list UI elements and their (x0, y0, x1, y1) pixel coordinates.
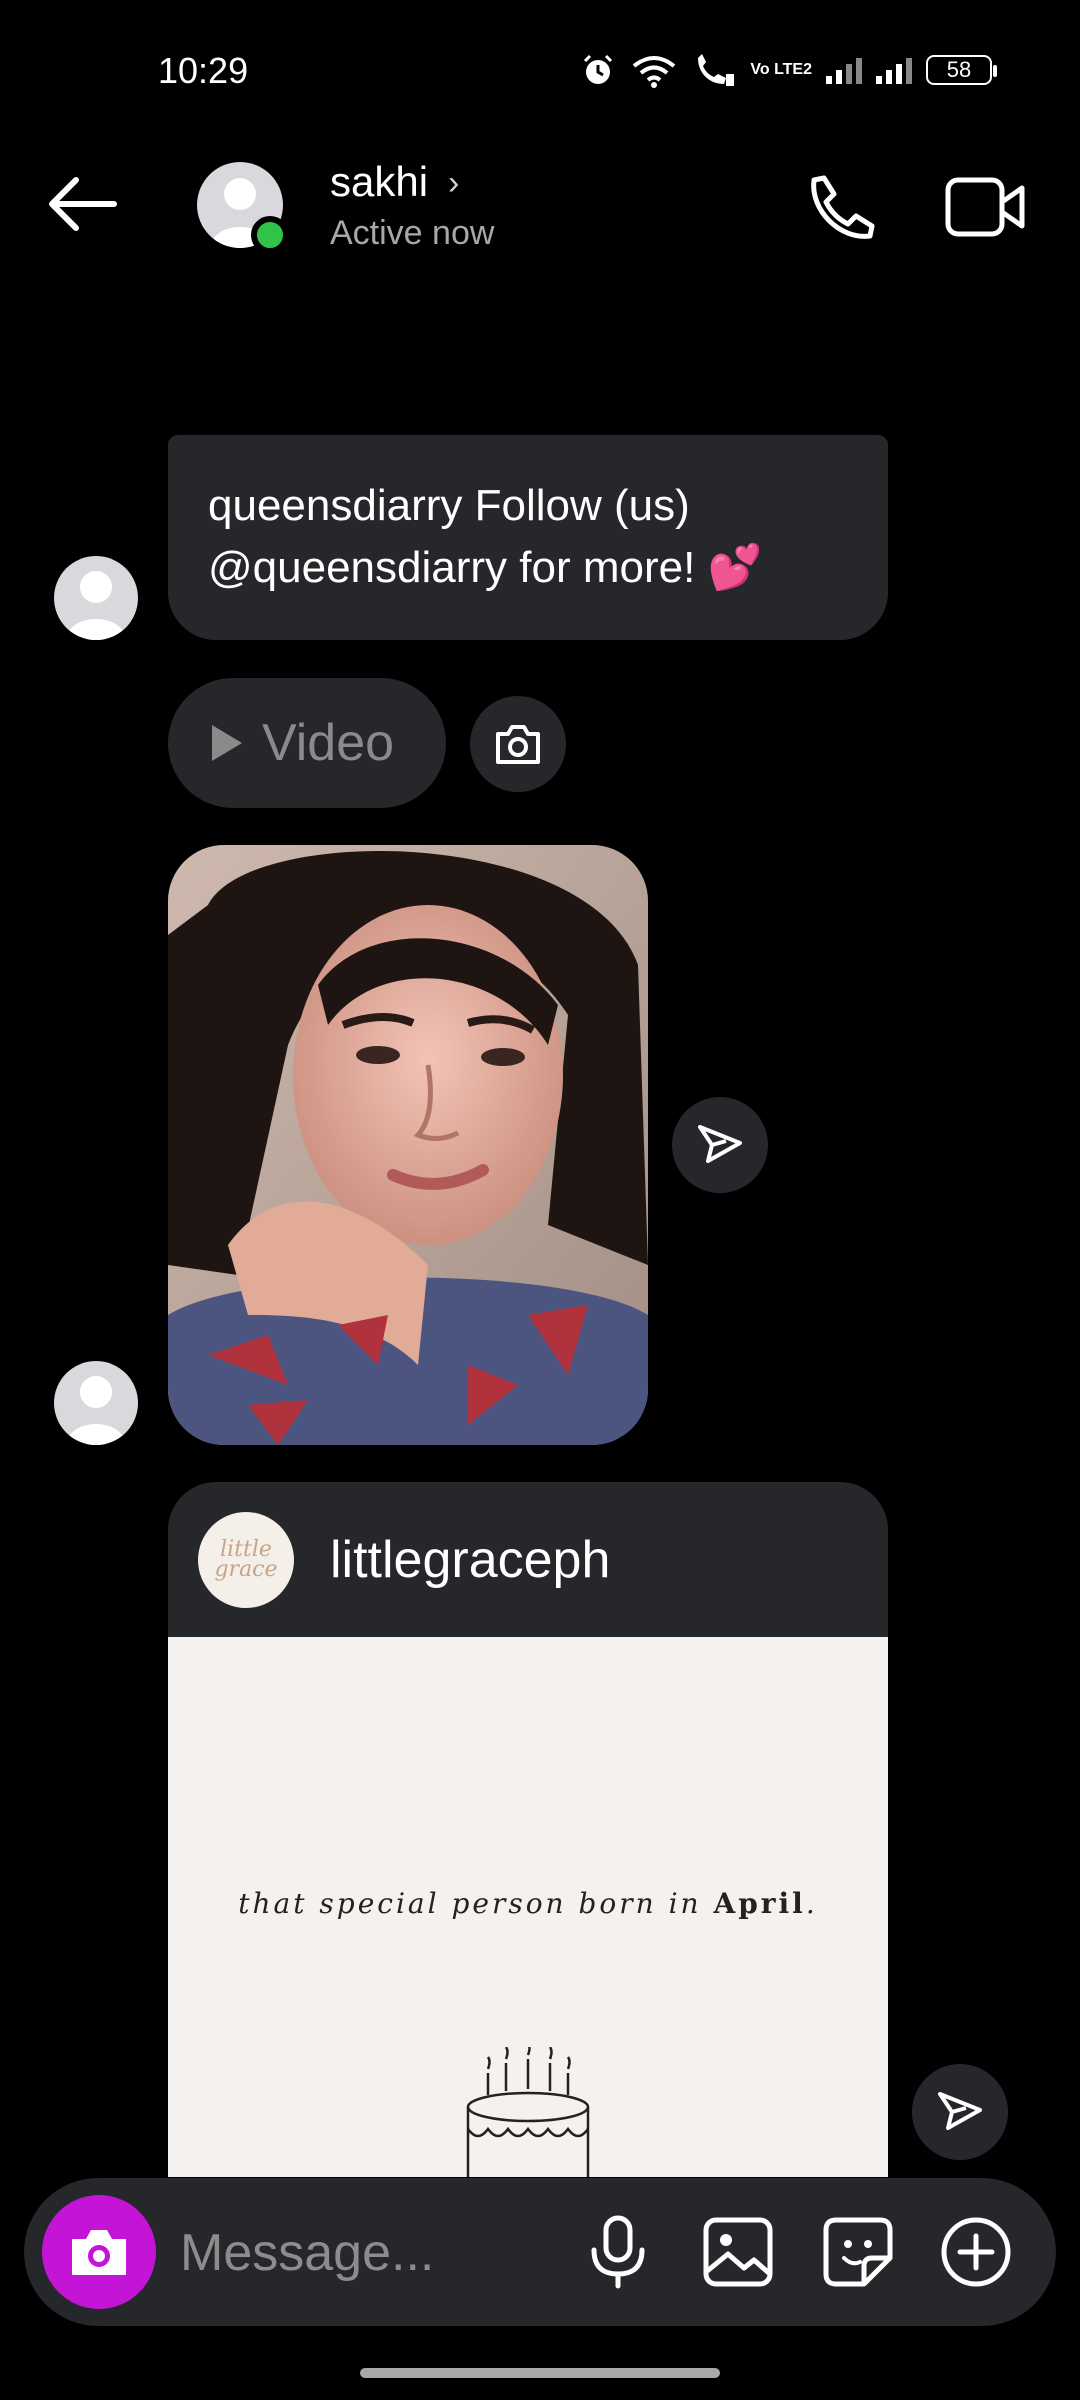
message-composer (24, 2178, 1056, 2326)
send-icon (938, 2092, 982, 2130)
post-caption: that special person born in April. (168, 1887, 888, 1920)
status-icons: Vo LTE2 58 (580, 52, 997, 88)
video-message[interactable]: Video (168, 678, 446, 808)
chevron-right-icon[interactable]: › (448, 164, 459, 203)
battery-icon: 58 (926, 55, 997, 85)
sender-avatar[interactable] (54, 1361, 138, 1445)
signal-icon (826, 56, 862, 84)
camera-icon (72, 2230, 126, 2275)
online-status-dot (251, 216, 289, 254)
video-call-icon[interactable] (944, 172, 1028, 242)
default-avatar-icon (67, 1376, 125, 1445)
caption-end: . (805, 1887, 818, 1920)
camera-icon (496, 725, 540, 764)
post-image: that special person born in April. (168, 1637, 888, 2177)
signal-icon (876, 56, 912, 84)
contact-name[interactable]: sakhi (330, 158, 428, 206)
active-status: Active now (330, 214, 495, 252)
back-arrow-icon[interactable] (44, 174, 120, 234)
chat-header: sakhi › Active now (0, 150, 1080, 260)
message-line: queensdiarry Follow (us) (208, 481, 690, 530)
battery-level: 58 (946, 57, 972, 82)
default-avatar-icon (67, 571, 125, 640)
home-indicator[interactable] (360, 2368, 720, 2378)
message-line: @queensdiarry for more! 💕 (208, 537, 848, 599)
camera-button[interactable] (42, 2195, 156, 2309)
phone-call-icon[interactable] (800, 170, 880, 250)
birthday-cake-icon (466, 2047, 590, 2177)
plus-circle-icon[interactable] (938, 2214, 1014, 2290)
volte-icon: Vo LTE2 (750, 61, 812, 78)
caption-month: April (713, 1887, 806, 1920)
share-button[interactable] (912, 2064, 1008, 2160)
status-time: 10:29 (158, 50, 249, 91)
share-button[interactable] (672, 1097, 768, 1193)
send-icon (698, 1125, 742, 1163)
post-username[interactable]: littlegraceph (330, 1530, 610, 1590)
shared-post[interactable]: little grace littlegraceph that special … (168, 1482, 888, 2177)
sender-avatar[interactable] (54, 556, 138, 640)
camera-reply-button[interactable] (470, 696, 566, 792)
selfie-photo (168, 845, 648, 1445)
text-message-bubble[interactable]: queensdiarry Follow (us) @queensdiarry f… (168, 435, 888, 640)
message-input[interactable] (180, 2218, 560, 2288)
message-mention: @queensdiarry for more! (208, 543, 696, 592)
video-label: Video (262, 714, 395, 772)
post-account-logo: little grace (198, 1512, 294, 1608)
wifi-icon (633, 56, 676, 88)
gallery-icon[interactable] (700, 2214, 776, 2290)
play-icon (212, 725, 242, 761)
status-bar: 10:29 Vo LTE2 58 (0, 0, 1080, 140)
caption-text: that special person born in (238, 1887, 714, 1920)
wifi-call-icon (698, 54, 735, 86)
alarm-icon (584, 54, 613, 84)
heart-emoji: 💕 (707, 543, 763, 592)
post-header[interactable]: little grace littlegraceph (168, 1482, 888, 1637)
sticker-icon[interactable] (820, 2214, 896, 2290)
microphone-icon[interactable] (580, 2214, 656, 2290)
photo-message[interactable] (168, 845, 648, 1445)
